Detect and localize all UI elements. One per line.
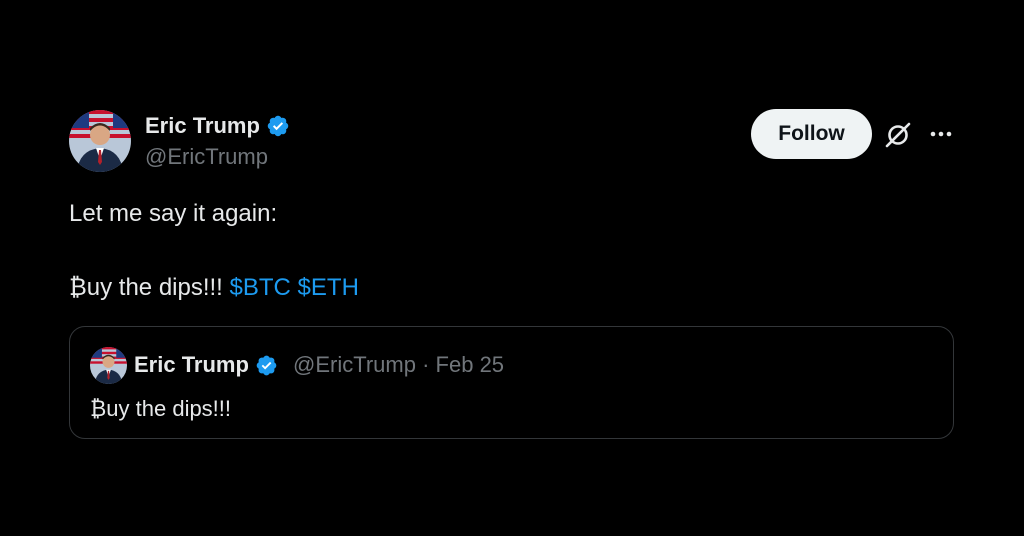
tweet-text-line-1: Let me say it again: — [69, 200, 278, 227]
verified-badge-icon[interactable] — [266, 114, 290, 138]
quoted-date[interactable]: Feb 25 — [436, 352, 505, 377]
quoted-tweet[interactable]: Eric Trump @EricTrump · Feb 25 ₿uy the d… — [69, 326, 954, 439]
tweet-text-line-2: ₿uy the dips!!! $BTC $ETH — [69, 273, 359, 303]
author-handle[interactable]: @EricTrump — [145, 143, 268, 171]
quoted-avatar-image — [90, 347, 127, 384]
quoted-text: ₿uy the dips!!! — [90, 396, 232, 421]
quoted-handle[interactable]: @EricTrump — [293, 352, 416, 377]
quoted-author-name-row[interactable]: Eric Trump — [134, 351, 278, 379]
author-name[interactable]: Eric Trump — [145, 112, 260, 140]
quoted-meta: @EricTrump · Feb 25 — [293, 351, 504, 379]
cashtag-eth[interactable]: $ETH — [298, 274, 359, 301]
tweet-card: Eric Trump @EricTrump Follow Let me say … — [0, 0, 1024, 536]
quoted-avatar[interactable] — [90, 347, 127, 384]
meta-separator: · — [422, 352, 430, 377]
quoted-author-name[interactable]: Eric Trump — [134, 351, 249, 379]
avatar-image — [69, 110, 131, 172]
follow-button[interactable]: Follow — [751, 109, 872, 159]
avatar[interactable] — [69, 110, 131, 172]
author-name-row[interactable]: Eric Trump — [145, 112, 290, 140]
cashtag-btc[interactable]: $BTC — [230, 274, 291, 301]
more-options-icon[interactable] — [928, 124, 954, 144]
grok-icon[interactable] — [884, 121, 912, 149]
tweet-text-body: ₿uy the dips!!! — [69, 274, 223, 301]
verified-badge-icon[interactable] — [255, 354, 278, 377]
